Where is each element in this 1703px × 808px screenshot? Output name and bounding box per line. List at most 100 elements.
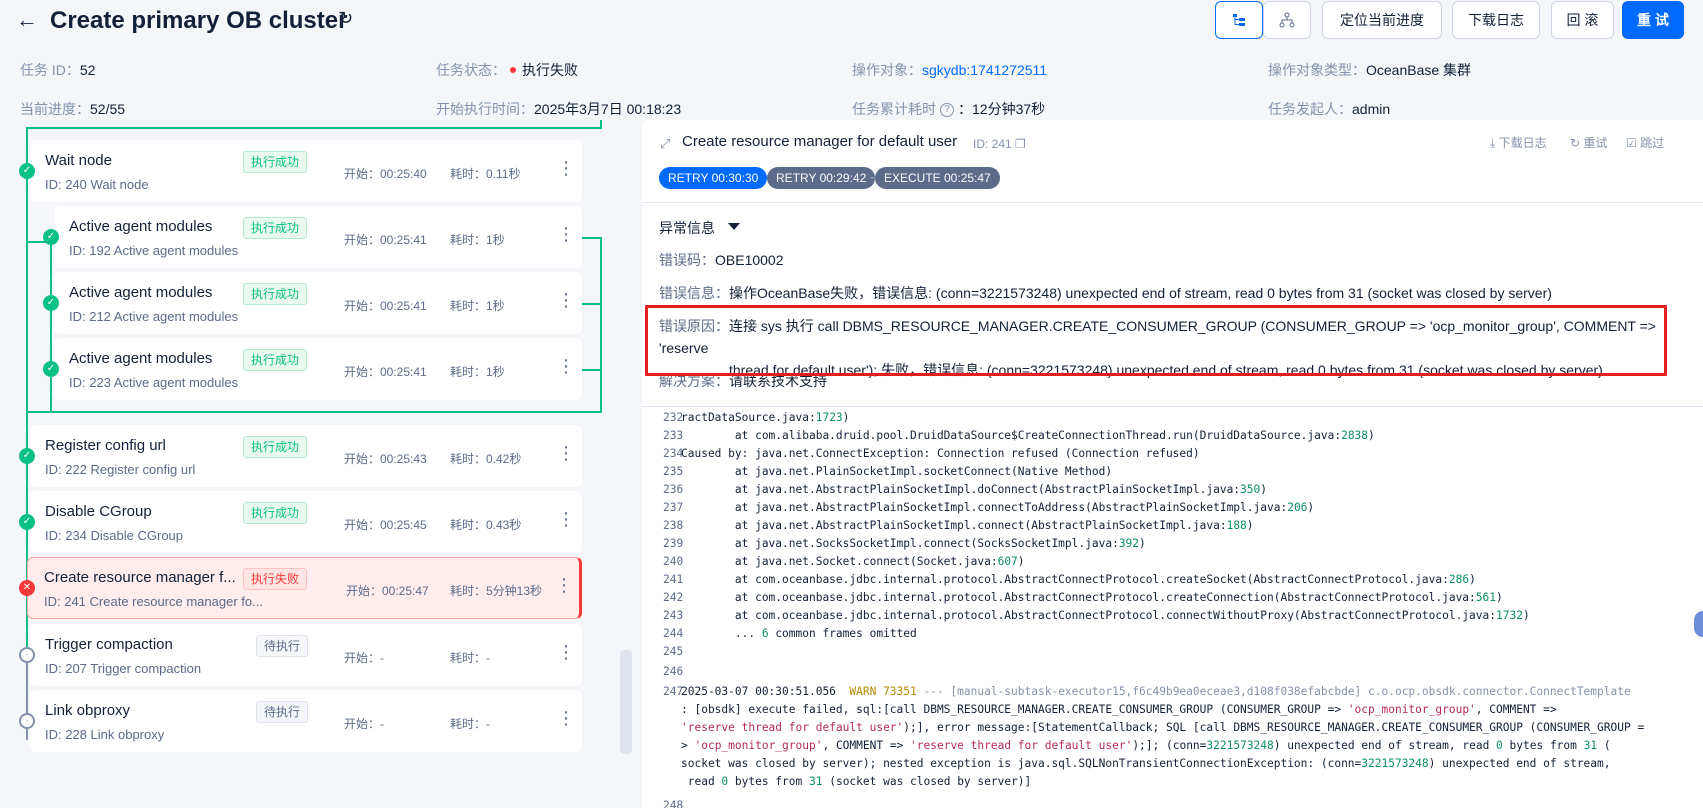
pending-icon: ·	[19, 713, 35, 729]
error-reason-highlight-box	[645, 305, 1667, 376]
run-record-pill[interactable]: EXECUTE 00:25:47	[875, 167, 1000, 189]
node-id: ID: 240 Wait node	[45, 177, 149, 192]
retry-button[interactable]: 重 试	[1622, 1, 1684, 39]
node-id: ID: 222 Register config url	[45, 462, 196, 477]
caret-down-icon[interactable]	[728, 223, 740, 230]
more-icon[interactable]: ⋮	[557, 224, 575, 244]
node-name: Create resource manager f...	[44, 569, 236, 586]
back-arrow-icon[interactable]: ←	[16, 8, 40, 32]
log-line-warn: 2472025-03-07 00:30:51.056 WARN 73351 --…	[663, 685, 1631, 698]
more-icon[interactable]: ⋮	[557, 290, 575, 310]
error-code-row: 错误码：OBE10002	[659, 252, 784, 268]
success-check-icon: ✓	[43, 229, 59, 245]
download-icon: ⤓	[1490, 136, 1496, 150]
run-record-pill[interactable]: RETRY 00:29:42	[767, 167, 876, 189]
tree-scrollbar[interactable]	[620, 650, 632, 754]
page-title: Create primary OB cluster	[50, 7, 348, 34]
success-check-icon: ✓	[19, 163, 35, 179]
meta-start-time: 开始执行时间：2025年3月7日 00:18:23	[436, 101, 682, 117]
node-id: ID: 241 Create resource manager fo...	[44, 594, 263, 609]
more-icon[interactable]: ⋮	[557, 642, 575, 662]
node-name: Trigger compaction	[45, 636, 173, 653]
collapse-icon[interactable]: ⤢	[660, 136, 670, 152]
task-node[interactable]: Active agent modules ID: 223 Active agen…	[54, 338, 582, 400]
run-record-pill[interactable]: RETRY 00:30:30	[659, 167, 768, 189]
more-icon[interactable]: ⋮	[557, 509, 575, 529]
task-node-tree: Wait node ID: 240 Wait node 执行成功 开始：00:2…	[0, 120, 632, 808]
more-icon[interactable]: ⋮	[557, 158, 575, 178]
node-id: ID: 228 Link obproxy	[45, 727, 165, 742]
node-name: Active agent modules	[69, 350, 213, 367]
log-line-warn: socket was closed by server); nested exc…	[681, 757, 1611, 770]
download-log-button[interactable]: 下载日志	[1452, 1, 1540, 39]
detail-id: ID: 241 ❐	[973, 137, 1026, 151]
log-viewer[interactable]: 232ractDataSource.java:1723) 233 at com.…	[642, 406, 1703, 808]
node-name: Active agent modules	[69, 218, 213, 235]
copy-icon[interactable]: ❐	[1015, 137, 1026, 151]
task-node[interactable]: Link obproxy ID: 228 Link obproxy 待执行 开始…	[30, 690, 582, 752]
task-node[interactable]: Register config url ID: 222 Register con…	[30, 425, 582, 487]
node-start: 开始：00:25:41	[344, 233, 427, 247]
log-line: 248	[663, 799, 684, 808]
floating-assistant-handle[interactable]	[1694, 611, 1703, 637]
task-node[interactable]: Disable CGroup ID: 234 Disable CGroup 执行…	[30, 491, 582, 553]
meta-target-type: 操作对象类型：OceanBase 集群	[1268, 62, 1472, 78]
status-tag: 执行成功	[243, 151, 308, 173]
node-id: ID: 223 Active agent modules	[69, 375, 239, 390]
log-line: 243 at com.oceanbase.jdbc.internal.proto…	[663, 609, 1530, 622]
flow-view-button[interactable]	[1263, 1, 1311, 39]
success-check-icon: ✓	[19, 514, 35, 530]
node-cost: 耗时：-	[450, 651, 490, 665]
more-icon[interactable]: ⋮	[557, 443, 575, 463]
more-icon[interactable]: ⋮	[557, 356, 575, 376]
node-cost: 耗时：0.11秒	[450, 167, 521, 181]
status-tag: 执行成功	[243, 217, 308, 239]
target-link[interactable]: sgkydb:1741272511	[922, 62, 1047, 78]
rollback-button[interactable]: 回 滚	[1551, 1, 1614, 39]
meta-elapsed: 任务累计耗时? ：12分钟37秒	[852, 101, 1046, 118]
node-detail-panel: ⤢ Create resource manager for default us…	[642, 120, 1703, 808]
locate-progress-button[interactable]: 定位当前进度	[1322, 1, 1442, 39]
error-message-row: 错误信息：操作OceanBase失败，错误信息: (conn=322157324…	[659, 285, 1552, 301]
node-start: 开始：00:25:47	[346, 584, 429, 598]
skip-icon: ☑	[1626, 136, 1637, 150]
help-icon[interactable]: ?	[940, 103, 954, 118]
refresh-icon[interactable]: ↻	[338, 9, 356, 27]
node-name: Link obproxy	[45, 702, 131, 719]
node-start: 开始：00:25:43	[344, 452, 427, 466]
status-tag: 执行成功	[243, 436, 308, 458]
retry-icon: ↻	[1570, 136, 1581, 150]
task-node[interactable]: Trigger compaction ID: 207 Trigger compa…	[30, 624, 582, 686]
log-line-warn: 'reserve thread for default user');], er…	[681, 721, 1645, 734]
exception-section-title: 异常信息	[659, 220, 715, 236]
task-node[interactable]: Wait node ID: 240 Wait node 执行成功 开始：00:2…	[30, 140, 582, 202]
node-cost: 耗时：-	[450, 717, 490, 731]
status-tag: 执行失败	[243, 568, 308, 590]
task-node[interactable]: Active agent modules ID: 192 Active agen…	[54, 206, 582, 268]
log-line: 240 at java.net.Socket.connect(Socket.ja…	[663, 555, 1025, 568]
node-id: ID: 192 Active agent modules	[69, 243, 239, 258]
task-detail-page: ← Create primary OB cluster ↻ 定位当前进度 下载日…	[0, 0, 1703, 808]
task-node-failed[interactable]: Create resource manager f... ID: 241 Cre…	[27, 557, 582, 619]
meta-target: 操作对象：sgkydb:1741272511	[852, 62, 1048, 78]
log-line-warn: : [obsdk] execute failed, sql:[call DBMS…	[681, 703, 1557, 716]
detail-retry[interactable]: ↻ 重试	[1570, 134, 1607, 151]
log-line: 236 at java.net.AbstractPlainSocketImpl.…	[663, 483, 1268, 496]
more-icon[interactable]: ⋮	[557, 708, 575, 728]
log-line-warn: read 0 bytes from 31 (socket was closed …	[681, 775, 1032, 788]
meta-progress: 当前进度：52/55	[20, 101, 126, 117]
more-icon[interactable]: ⋮	[555, 575, 573, 595]
list-tree-icon	[1233, 14, 1245, 26]
log-line: 239 at java.net.SocksSocketImpl.connect(…	[663, 537, 1146, 550]
detail-skip[interactable]: ☑ 跳过	[1626, 134, 1664, 151]
node-id: ID: 212 Active agent modules	[69, 309, 239, 324]
log-line: 241 at com.oceanbase.jdbc.internal.proto…	[663, 573, 1476, 586]
node-cost: 耗时：1秒	[450, 299, 505, 313]
node-name: Disable CGroup	[45, 503, 152, 520]
task-node[interactable]: Active agent modules ID: 212 Active agen…	[54, 272, 582, 334]
log-line-warn: > 'ocp_monitor_group', COMMENT => 'reser…	[681, 739, 1611, 752]
node-start: 开始：00:25:40	[344, 167, 427, 181]
detail-download-log[interactable]: ⤓ 下载日志	[1490, 134, 1547, 151]
status-tag: 待执行	[256, 701, 309, 723]
list-view-button[interactable]	[1215, 1, 1263, 39]
